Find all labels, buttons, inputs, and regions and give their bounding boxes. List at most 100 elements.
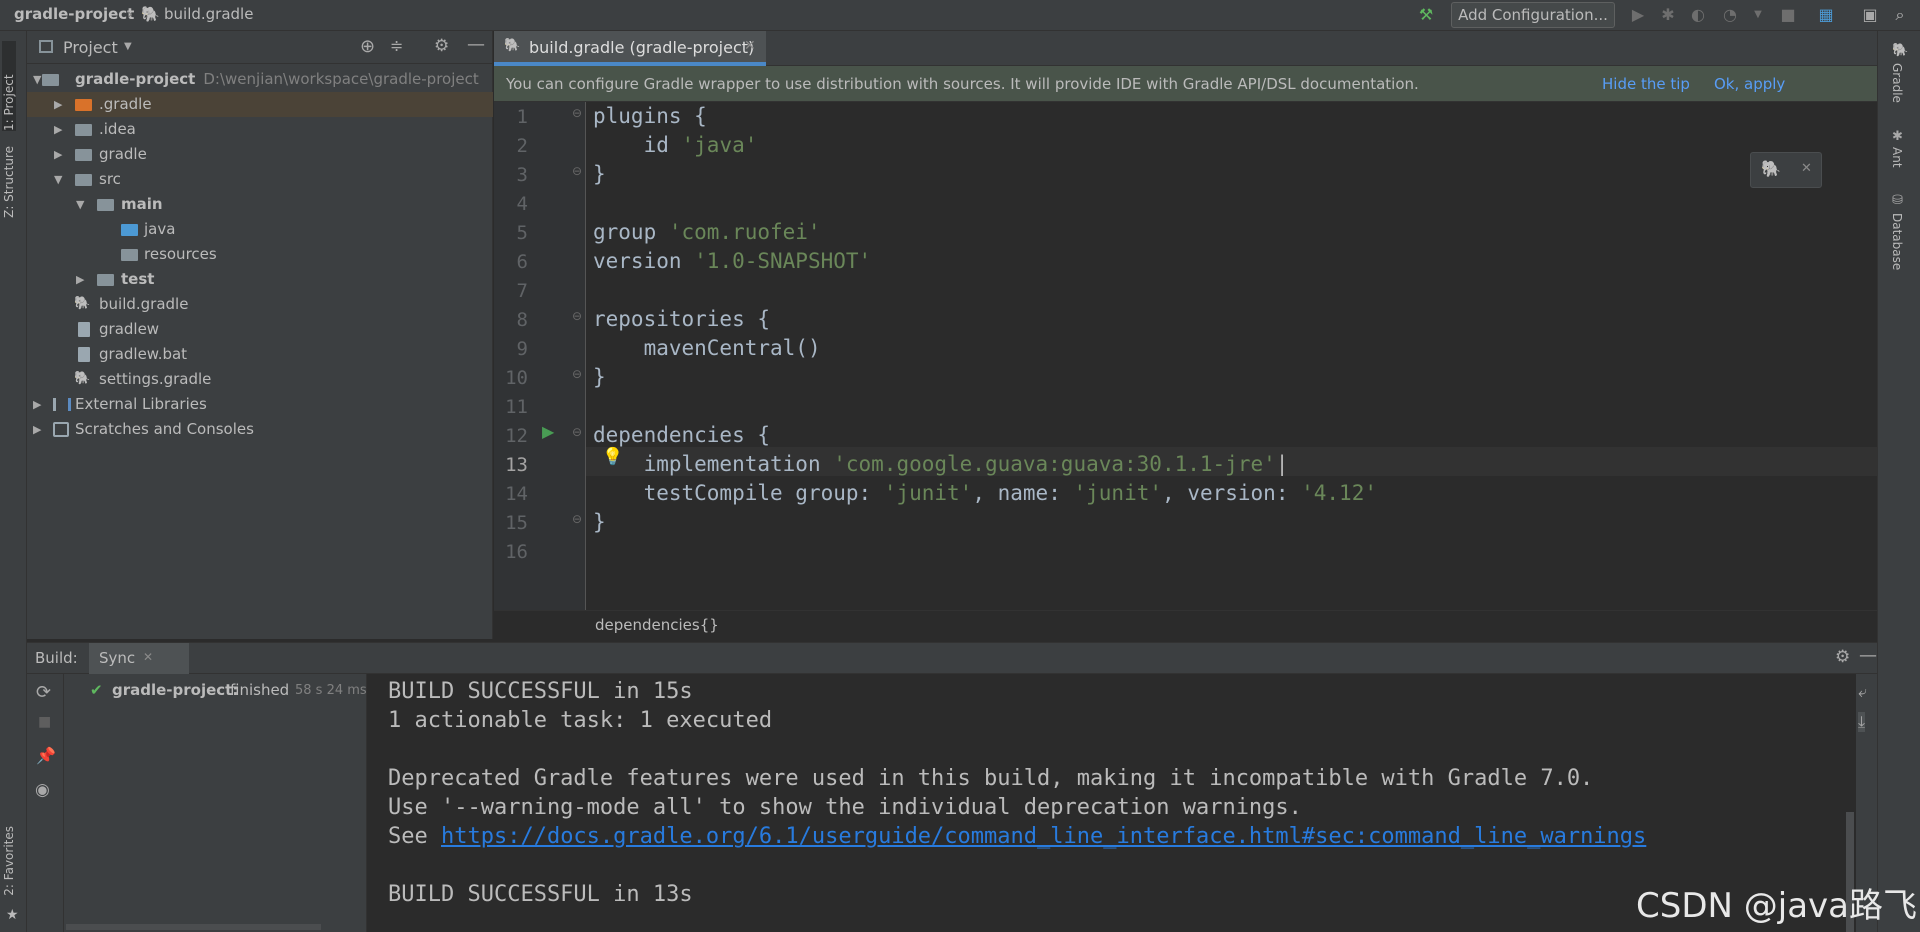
close-icon[interactable]: ✕ bbox=[1801, 161, 1812, 176]
chevron-right-icon[interactable]: ▶ bbox=[33, 392, 41, 417]
minimize-icon[interactable]: — bbox=[1859, 645, 1877, 666]
chevron-down-icon[interactable]: ▼ bbox=[1746, 4, 1770, 26]
chevron-right-icon[interactable]: ▶ bbox=[54, 142, 62, 167]
tree-item-gradlew[interactable]: gradlew bbox=[27, 317, 493, 342]
tree-item-gradle[interactable]: ▶ gradle bbox=[27, 142, 493, 167]
stop-icon[interactable]: ■ bbox=[1776, 4, 1800, 26]
close-icon[interactable]: ✕ bbox=[143, 650, 153, 664]
tree-item-gradlew-bat[interactable]: gradlew.bat bbox=[27, 342, 493, 367]
chevron-right-icon[interactable]: ▶ bbox=[54, 92, 62, 117]
tab-database[interactable]: Database bbox=[1890, 213, 1904, 270]
gradle-sync-icon[interactable]: 🐘 bbox=[1761, 159, 1781, 178]
tree-item-resources[interactable]: resources bbox=[27, 242, 493, 267]
horizontal-scrollbar[interactable] bbox=[66, 924, 321, 930]
folder-icon bbox=[97, 274, 114, 286]
gear-icon[interactable]: ⚙ bbox=[434, 36, 449, 56]
line-number: 11 bbox=[505, 396, 528, 418]
chevron-down-icon[interactable]: ▼ bbox=[33, 67, 41, 92]
tab-gradle[interactable]: Gradle bbox=[1890, 63, 1904, 103]
code-string: 'com.google.guava:guava:30.1.1-jre' bbox=[833, 452, 1276, 476]
tab-ant[interactable]: Ant bbox=[1890, 147, 1904, 168]
chevron-down-icon[interactable]: ▼ bbox=[124, 41, 132, 52]
tree-item-scratches[interactable]: ▶ Scratches and Consoles bbox=[27, 417, 493, 442]
close-icon[interactable]: ✕ bbox=[744, 38, 756, 54]
fold-icon[interactable]: ⊖ bbox=[572, 367, 582, 381]
docs-link[interactable]: https://docs.gradle.org/6.1/userguide/co… bbox=[441, 824, 1646, 849]
code-editor[interactable]: plugins { id 'java' } group 'com.ruofei'… bbox=[586, 102, 1890, 610]
collapse-all-icon[interactable]: ≑ bbox=[390, 36, 403, 55]
tree-item-label: .idea bbox=[99, 120, 136, 138]
tree-item-java[interactable]: java bbox=[27, 217, 493, 242]
scratches-icon bbox=[53, 422, 69, 437]
tab-project[interactable]: 1: Project bbox=[2, 41, 16, 131]
tree-item-main[interactable]: ▼ main bbox=[27, 192, 493, 217]
minimize-icon[interactable]: — bbox=[467, 34, 485, 55]
tree-item-settings-gradle[interactable]: 🐘 settings.gradle bbox=[27, 367, 493, 392]
chevron-right-icon[interactable]: ▶ bbox=[54, 117, 62, 142]
stop-icon[interactable]: ■ bbox=[38, 714, 51, 730]
build-hammer-icon[interactable]: ⚒ bbox=[1414, 4, 1438, 26]
tree-item-build-gradle[interactable]: 🐘 build.gradle bbox=[27, 292, 493, 317]
tree-item-test[interactable]: ▶ test bbox=[27, 267, 493, 292]
chevron-down-icon[interactable]: ▼ bbox=[54, 167, 62, 192]
fold-icon[interactable]: ⊖ bbox=[572, 106, 582, 120]
debug-icon[interactable]: ✱ bbox=[1656, 4, 1680, 26]
editor-tab-bar: 🐘 build.gradle (gradle-project) ✕ bbox=[494, 31, 1877, 66]
locate-icon[interactable]: ⊕ bbox=[360, 36, 375, 57]
line-number: 2 bbox=[516, 135, 528, 157]
tab-favorites[interactable]: 2: Favorites bbox=[2, 826, 16, 896]
line-number: 10 bbox=[505, 367, 528, 389]
profile-icon[interactable]: ◔ bbox=[1718, 4, 1742, 26]
scroll-to-end-icon[interactable]: ⤓ bbox=[1858, 712, 1866, 732]
fold-icon[interactable]: ⊖ bbox=[572, 164, 582, 178]
chevron-right-icon[interactable]: ▶ bbox=[33, 417, 41, 442]
breadcrumb-file[interactable]: build.gradle bbox=[164, 5, 253, 23]
hide-tip-link[interactable]: Hide the tip bbox=[1602, 66, 1690, 102]
file-icon bbox=[78, 347, 90, 362]
breadcrumb-dependencies[interactable]: dependencies{} bbox=[595, 616, 719, 634]
tree-item-gradle-project[interactable]: ▼ gradle-project D:\wenjian\workspace\gra… bbox=[27, 67, 493, 92]
chevron-down-icon[interactable]: ▼ bbox=[76, 192, 84, 217]
fold-icon[interactable]: ⊖ bbox=[572, 512, 582, 526]
pin-icon[interactable]: 📌 bbox=[36, 746, 56, 765]
tree-item-dot-gradle[interactable]: ▶ .gradle bbox=[27, 92, 493, 117]
terminal-icon[interactable]: ▣ bbox=[1858, 4, 1882, 26]
project-view-dropdown[interactable]: Project bbox=[63, 38, 118, 57]
gear-icon[interactable]: ⚙ bbox=[1835, 647, 1850, 667]
module-folder-icon bbox=[42, 74, 59, 86]
tab-sync[interactable]: Sync ✕ bbox=[89, 643, 189, 674]
tab-build-gradle[interactable]: 🐘 build.gradle (gradle-project) ✕ bbox=[494, 31, 766, 66]
code-line: repositories { bbox=[593, 307, 771, 331]
fold-icon[interactable]: ⊖ bbox=[572, 309, 582, 323]
tree-item-external-libraries[interactable]: ▶ External Libraries bbox=[27, 392, 493, 417]
line-number: 6 bbox=[516, 251, 528, 273]
code-string: 'com.ruofei' bbox=[668, 220, 821, 244]
breadcrumb-project[interactable]: gradle-project bbox=[14, 5, 134, 23]
add-configuration-button[interactable]: Add Configuration... bbox=[1451, 2, 1615, 28]
fold-icon[interactable]: ⊖ bbox=[572, 425, 582, 439]
gradle-sync-popup[interactable]: 🐘 ✕ bbox=[1750, 152, 1822, 188]
gradle-elephant-icon: 🐘 bbox=[141, 5, 160, 23]
eye-icon[interactable]: ◉ bbox=[35, 780, 50, 800]
watermark: CSDN @java路飞 bbox=[1636, 886, 1917, 926]
sync-icon[interactable]: ⟳ bbox=[36, 682, 51, 703]
code-token: mavenCentral() bbox=[643, 336, 821, 360]
search-icon[interactable]: ⌕ bbox=[1888, 4, 1912, 26]
gradle-elephant-icon: 🐘 bbox=[1892, 43, 1909, 58]
code-string: 'java' bbox=[681, 133, 758, 157]
project-structure-icon[interactable]: ▦ bbox=[1814, 4, 1838, 26]
run-gutter-icon[interactable]: ▶ bbox=[542, 422, 554, 441]
check-success-icon: ✔ bbox=[90, 681, 103, 699]
build-task-row[interactable]: ✔ gradle-project: finished 58 s 24 ms bbox=[64, 678, 367, 703]
line-number: 7 bbox=[516, 280, 528, 302]
code-line: } bbox=[593, 162, 606, 186]
soft-wrap-icon[interactable]: ⤶ bbox=[1858, 682, 1867, 702]
chevron-right-icon[interactable]: ▶ bbox=[76, 267, 84, 292]
tab-structure[interactable]: Z: Structure bbox=[2, 146, 16, 218]
build-toolbar: ⟳ ■ 📌 ◉ bbox=[27, 674, 64, 932]
build-console[interactable]: BUILD SUCCESSFUL in 15s 1 actionable tas… bbox=[368, 674, 1856, 932]
coverage-icon[interactable]: ◐ bbox=[1686, 4, 1710, 26]
tree-item-idea[interactable]: ▶ .idea bbox=[27, 117, 493, 142]
run-icon[interactable]: ▶ bbox=[1626, 4, 1650, 26]
tree-item-src[interactable]: ▼ src bbox=[27, 167, 493, 192]
